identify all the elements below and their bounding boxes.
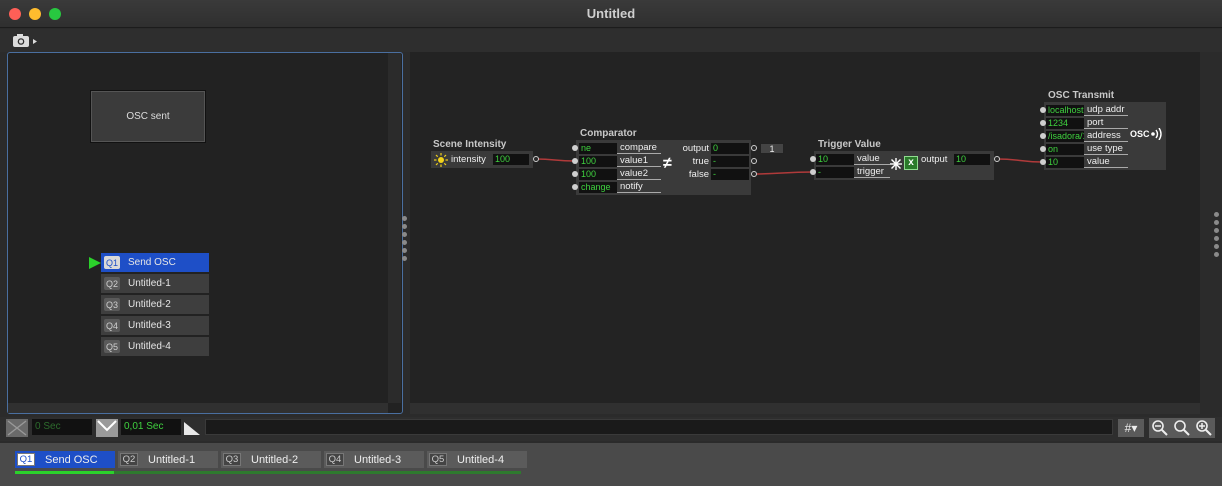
use-type-value[interactable]: on [1046, 143, 1084, 155]
actor-title: Comparator [580, 128, 637, 139]
zoom-reset-icon[interactable] [1171, 418, 1193, 438]
output-port[interactable] [533, 156, 539, 162]
trigger-value-input[interactable]: 10 [816, 153, 854, 165]
scene-tab-bar: Q1 Send OSC Q2 Untitled-1 Q3 Untitled-2 … [0, 443, 1222, 486]
actor-title: Scene Intensity [433, 139, 507, 150]
scene-tab[interactable]: Q3 Untitled-2 [221, 451, 321, 468]
scene-tab-name: Untitled-2 [251, 453, 299, 466]
scene-progress-fill [15, 471, 114, 474]
port-label: port [1084, 117, 1128, 129]
value1-label: value1 [617, 155, 661, 167]
notify-label: notify [617, 181, 661, 193]
fade-out-icon[interactable] [96, 419, 118, 437]
output-display: 1 [760, 143, 784, 154]
intensity-label: intensity [451, 153, 486, 165]
value2-value[interactable]: 100 [579, 168, 617, 180]
scene-tab-name: Untitled-1 [148, 453, 196, 466]
false-value: - [711, 168, 749, 180]
fade-out-time[interactable]: 0,01 Sec [121, 419, 181, 435]
patch-cords [535, 158, 1043, 175]
cord-output-value[interactable] [996, 158, 1043, 163]
output-port[interactable] [751, 171, 757, 177]
false-label: false [688, 168, 709, 180]
input-port[interactable] [572, 158, 578, 164]
scene-tab[interactable]: Q1 Send OSC [15, 451, 115, 468]
address-label: address [1084, 130, 1128, 142]
trigger-input[interactable]: - [816, 166, 854, 178]
actor-title: Trigger Value [818, 139, 881, 150]
fade-in-time[interactable]: 0 Sec [32, 419, 92, 435]
zoom-out-icon[interactable] [1149, 418, 1171, 438]
output-value: 0 [711, 142, 749, 154]
address-value[interactable]: /isadora/1 [1046, 130, 1084, 142]
trigger-value-actor[interactable]: 10 value - trigger x output 10 [814, 151, 994, 180]
input-port[interactable] [572, 171, 578, 177]
cord-false-trigger[interactable] [753, 171, 814, 175]
scene-tab-number: Q5 [429, 453, 447, 466]
comparator-actor[interactable]: ne compare 100 value1 100 value2 change … [576, 140, 751, 195]
port-value[interactable]: 1234 [1046, 117, 1084, 129]
input-port[interactable] [810, 169, 816, 175]
ramp-icon[interactable] [183, 420, 201, 436]
udp-addr-label: udp addr [1084, 104, 1128, 116]
input-port[interactable] [810, 156, 816, 162]
value-label: value [854, 153, 890, 165]
input-port[interactable] [572, 184, 578, 190]
scene-tab[interactable]: Q5 Untitled-4 [427, 451, 527, 468]
scene-tab-number: Q2 [120, 453, 138, 466]
not-equal-icon: ≠ [663, 155, 672, 172]
output-port[interactable] [751, 145, 757, 151]
sparkle-icon [890, 158, 902, 170]
zoom-in-icon[interactable] [1193, 418, 1215, 438]
use-type-label: use type [1084, 143, 1128, 155]
input-port[interactable] [1040, 133, 1046, 139]
true-label: true [692, 155, 709, 167]
input-port[interactable] [572, 145, 578, 151]
notify-value[interactable]: change [579, 181, 617, 193]
control-bar: 0 Sec 0,01 Sec #▾ [0, 417, 1222, 441]
udp-addr-value[interactable]: localhost [1046, 104, 1084, 116]
fade-in-icon[interactable] [6, 419, 28, 437]
scene-tab-name: Untitled-4 [457, 453, 505, 466]
scene-timeline-field[interactable] [205, 419, 1113, 435]
input-port[interactable] [1040, 146, 1046, 152]
compare-label: compare [617, 142, 661, 154]
scene-tab-name: Untitled-3 [354, 453, 402, 466]
scene-tab[interactable]: Q4 Untitled-3 [324, 451, 424, 468]
scene-tab-number: Q4 [326, 453, 344, 466]
intensity-value[interactable]: 100 [493, 153, 529, 165]
compare-value[interactable]: ne [579, 142, 617, 154]
input-port[interactable] [1040, 120, 1046, 126]
sun-icon [434, 153, 448, 167]
output-label: output [921, 153, 948, 165]
scene-tab-name: Send OSC [45, 453, 98, 466]
scene-tab[interactable]: Q2 Untitled-1 [118, 451, 218, 468]
input-port[interactable] [1040, 107, 1046, 113]
scene-intensity-actor[interactable]: intensity 100 [431, 151, 533, 168]
value1-value[interactable]: 100 [579, 155, 617, 167]
actor-title: OSC Transmit [1048, 90, 1115, 101]
value2-label: value2 [617, 168, 661, 180]
output-port[interactable] [994, 156, 1000, 162]
true-value: - [711, 155, 749, 167]
value-x-icon: x [904, 156, 918, 170]
output-label: output [682, 142, 709, 154]
grid-menu-button[interactable]: #▾ [1118, 419, 1144, 437]
output-value: 10 [954, 153, 990, 165]
cord-intensity-value1[interactable] [535, 158, 576, 162]
value-label: value [1084, 156, 1128, 168]
osc-value-input[interactable]: 10 [1046, 156, 1084, 168]
grid-label: # [1124, 421, 1132, 435]
scene-tab-number: Q1 [17, 453, 35, 466]
input-port[interactable] [1040, 159, 1046, 165]
osc-transmit-actor[interactable]: localhost udp addr 1234 port /isadora/1 … [1044, 102, 1166, 170]
trigger-label: trigger [854, 166, 890, 178]
osc-broadcast-icon: OSC [1130, 128, 1164, 140]
output-port[interactable] [751, 158, 757, 164]
scene-tab-number: Q3 [223, 453, 241, 466]
osc-icon-label: OSC [1130, 129, 1150, 139]
